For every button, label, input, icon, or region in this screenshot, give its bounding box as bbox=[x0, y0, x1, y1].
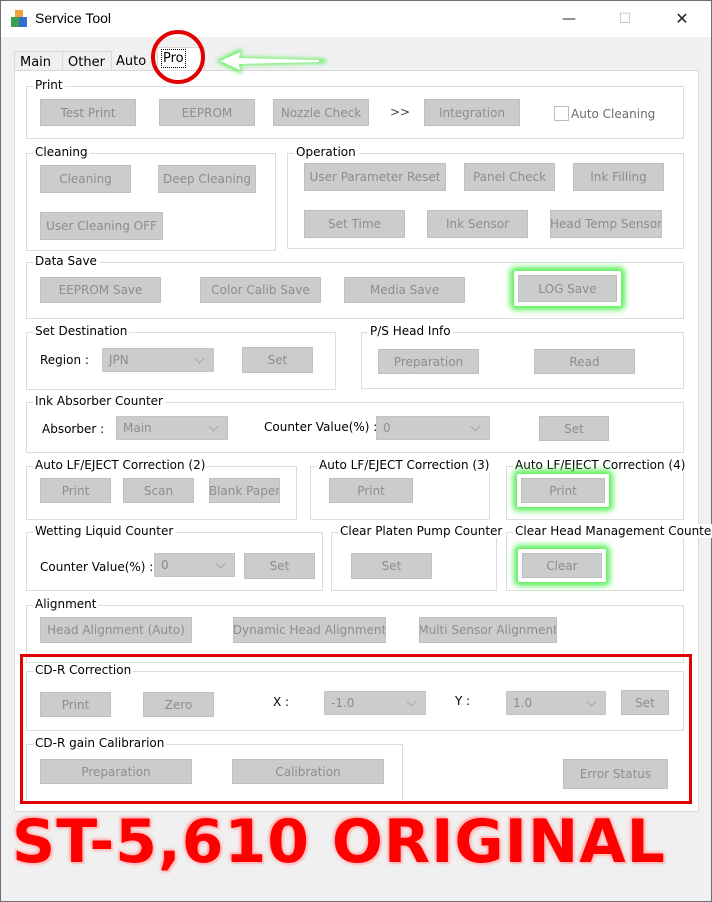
auto-lf-2-blank-paper-button[interactable]: Blank Paper bbox=[209, 478, 280, 503]
region-dropdown[interactable]: JPN bbox=[102, 348, 214, 372]
absorber-set-button[interactable]: Set bbox=[539, 416, 609, 441]
eeprom-save-button[interactable]: EEPROM Save bbox=[40, 277, 161, 303]
dynamic-head-alignment-button[interactable]: Dynamic Head Alignment bbox=[233, 617, 386, 643]
close-button[interactable]: ✕ bbox=[669, 9, 695, 29]
chevron-down-icon bbox=[215, 558, 226, 569]
user-cleaning-off-button[interactable]: User Cleaning OFF bbox=[40, 212, 163, 240]
ink-filling-button[interactable]: Ink Filling bbox=[573, 163, 664, 191]
ink-absorber-group-title: Ink Absorber Counter bbox=[33, 394, 165, 408]
absorber-dropdown[interactable]: Main bbox=[116, 416, 228, 440]
test-print-button[interactable]: Test Print bbox=[40, 99, 136, 126]
minimize-button[interactable]: — bbox=[556, 9, 582, 29]
chevron-down-icon bbox=[208, 421, 219, 432]
integration-button[interactable]: Integration bbox=[424, 99, 520, 126]
data-save-group: Data Save EEPROM Save Color Calib Save M… bbox=[26, 254, 684, 319]
ps-read-button[interactable]: Read bbox=[534, 349, 635, 374]
log-save-button[interactable]: LOG Save bbox=[518, 275, 617, 302]
head-temp-sensor-button[interactable]: Head Temp Sensor bbox=[550, 210, 662, 238]
auto-lf-eject-2-title: Auto LF/EJECT Correction (2) bbox=[33, 458, 208, 472]
data-save-group-title: Data Save bbox=[33, 254, 99, 268]
auto-cleaning-label: Auto Cleaning bbox=[571, 107, 656, 121]
overlay-banner: ST-5,610 ORIGINAL bbox=[12, 807, 666, 877]
auto-lf-eject-3-title: Auto LF/EJECT Correction (3) bbox=[317, 458, 492, 472]
set-destination-group-title: Set Destination bbox=[33, 324, 130, 338]
cleaning-button[interactable]: Cleaning bbox=[40, 165, 131, 193]
set-destination-group: Set Destination Region : JPN Set bbox=[26, 324, 336, 390]
head-management-clear-button[interactable]: Clear bbox=[522, 553, 602, 578]
auto-lf-2-print-button[interactable]: Print bbox=[40, 478, 111, 503]
tab-auto[interactable]: Auto bbox=[111, 51, 151, 71]
media-save-button[interactable]: Media Save bbox=[344, 277, 465, 303]
auto-lf-eject-4-group: Auto LF/EJECT Correction (4) Print bbox=[506, 458, 688, 520]
tab-other[interactable]: Other bbox=[62, 51, 112, 72]
color-calib-save-button[interactable]: Color Calib Save bbox=[200, 277, 321, 303]
head-management-group: Clear Head Management Counter Clear bbox=[506, 524, 712, 591]
operation-group-title: Operation bbox=[294, 145, 358, 159]
chevron-down-icon bbox=[194, 353, 205, 364]
chevron-down-icon bbox=[470, 421, 481, 432]
head-alignment-auto-button[interactable]: Head Alignment (Auto) bbox=[40, 617, 192, 643]
auto-cleaning-checkbox[interactable] bbox=[554, 106, 569, 121]
app-icon bbox=[11, 10, 27, 27]
arrow-label: >> bbox=[390, 105, 411, 119]
user-parameter-reset-button[interactable]: User Parameter Reset bbox=[304, 163, 446, 191]
auto-lf-3-print-button[interactable]: Print bbox=[329, 478, 413, 503]
wetting-liquid-group: Wetting Liquid Counter Counter Value(%) … bbox=[26, 524, 323, 591]
wetting-counter-label: Counter Value(%) : bbox=[40, 560, 154, 574]
ps-head-info-group-title: P/S Head Info bbox=[368, 324, 453, 338]
alignment-title: Alignment bbox=[33, 597, 99, 611]
deep-cleaning-button[interactable]: Deep Cleaning bbox=[158, 165, 256, 193]
pro-tab-highlight-circle bbox=[151, 30, 205, 84]
absorber-counter-dropdown[interactable]: 0 bbox=[376, 416, 490, 440]
auto-lf-4-print-button[interactable]: Print bbox=[521, 478, 605, 503]
auto-lf-eject-4-title: Auto LF/EJECT Correction (4) bbox=[513, 458, 688, 472]
platen-pump-set-button[interactable]: Set bbox=[351, 553, 432, 579]
cleaning-group: Cleaning Cleaning Deep Cleaning User Cle… bbox=[26, 145, 276, 251]
cleaning-group-title: Cleaning bbox=[33, 145, 90, 159]
title-bar: Service Tool — ☐ ✕ bbox=[1, 1, 711, 37]
tab-main[interactable]: Main bbox=[14, 51, 63, 72]
region-label: Region : bbox=[40, 353, 89, 367]
absorber-counter-label: Counter Value(%) : bbox=[264, 420, 378, 434]
eeprom-button[interactable]: EEPROM bbox=[159, 99, 255, 126]
ps-preparation-button[interactable]: Preparation bbox=[378, 349, 479, 374]
cdr-highlight-box bbox=[20, 654, 692, 804]
print-group-title: Print bbox=[33, 78, 65, 92]
platen-pump-title: Clear Platen Pump Counter bbox=[338, 524, 505, 538]
region-set-button[interactable]: Set bbox=[242, 347, 313, 373]
ps-head-info-group: P/S Head Info Preparation Read bbox=[361, 324, 684, 389]
auto-lf-eject-3-group: Auto LF/EJECT Correction (3) Print bbox=[310, 458, 492, 520]
platen-pump-group: Clear Platen Pump Counter Set bbox=[331, 524, 505, 591]
ink-absorber-group: Ink Absorber Counter Absorber : Main Cou… bbox=[26, 394, 684, 453]
auto-lf-eject-2-group: Auto LF/EJECT Correction (2) Print Scan … bbox=[26, 458, 297, 520]
wetting-liquid-title: Wetting Liquid Counter bbox=[33, 524, 176, 538]
window-title: Service Tool bbox=[35, 10, 112, 26]
operation-group: Operation User Parameter Reset Panel Che… bbox=[287, 145, 684, 249]
set-time-button[interactable]: Set Time bbox=[304, 210, 405, 238]
multi-sensor-alignment-button[interactable]: Multi Sensor Alignment bbox=[419, 617, 557, 643]
wetting-set-button[interactable]: Set bbox=[244, 553, 315, 579]
ink-sensor-button[interactable]: Ink Sensor bbox=[427, 210, 528, 238]
print-group: Print Test Print EEPROM Nozzle Check >> … bbox=[26, 78, 684, 139]
wetting-counter-dropdown[interactable]: 0 bbox=[154, 553, 235, 577]
panel-check-button[interactable]: Panel Check bbox=[464, 163, 555, 191]
green-arrow-icon bbox=[216, 48, 326, 74]
head-management-title: Clear Head Management Counter bbox=[513, 524, 712, 538]
absorber-label: Absorber : bbox=[42, 422, 105, 436]
maximize-button[interactable]: ☐ bbox=[612, 9, 638, 29]
nozzle-check-button[interactable]: Nozzle Check bbox=[273, 99, 369, 126]
auto-lf-2-scan-button[interactable]: Scan bbox=[123, 478, 194, 503]
